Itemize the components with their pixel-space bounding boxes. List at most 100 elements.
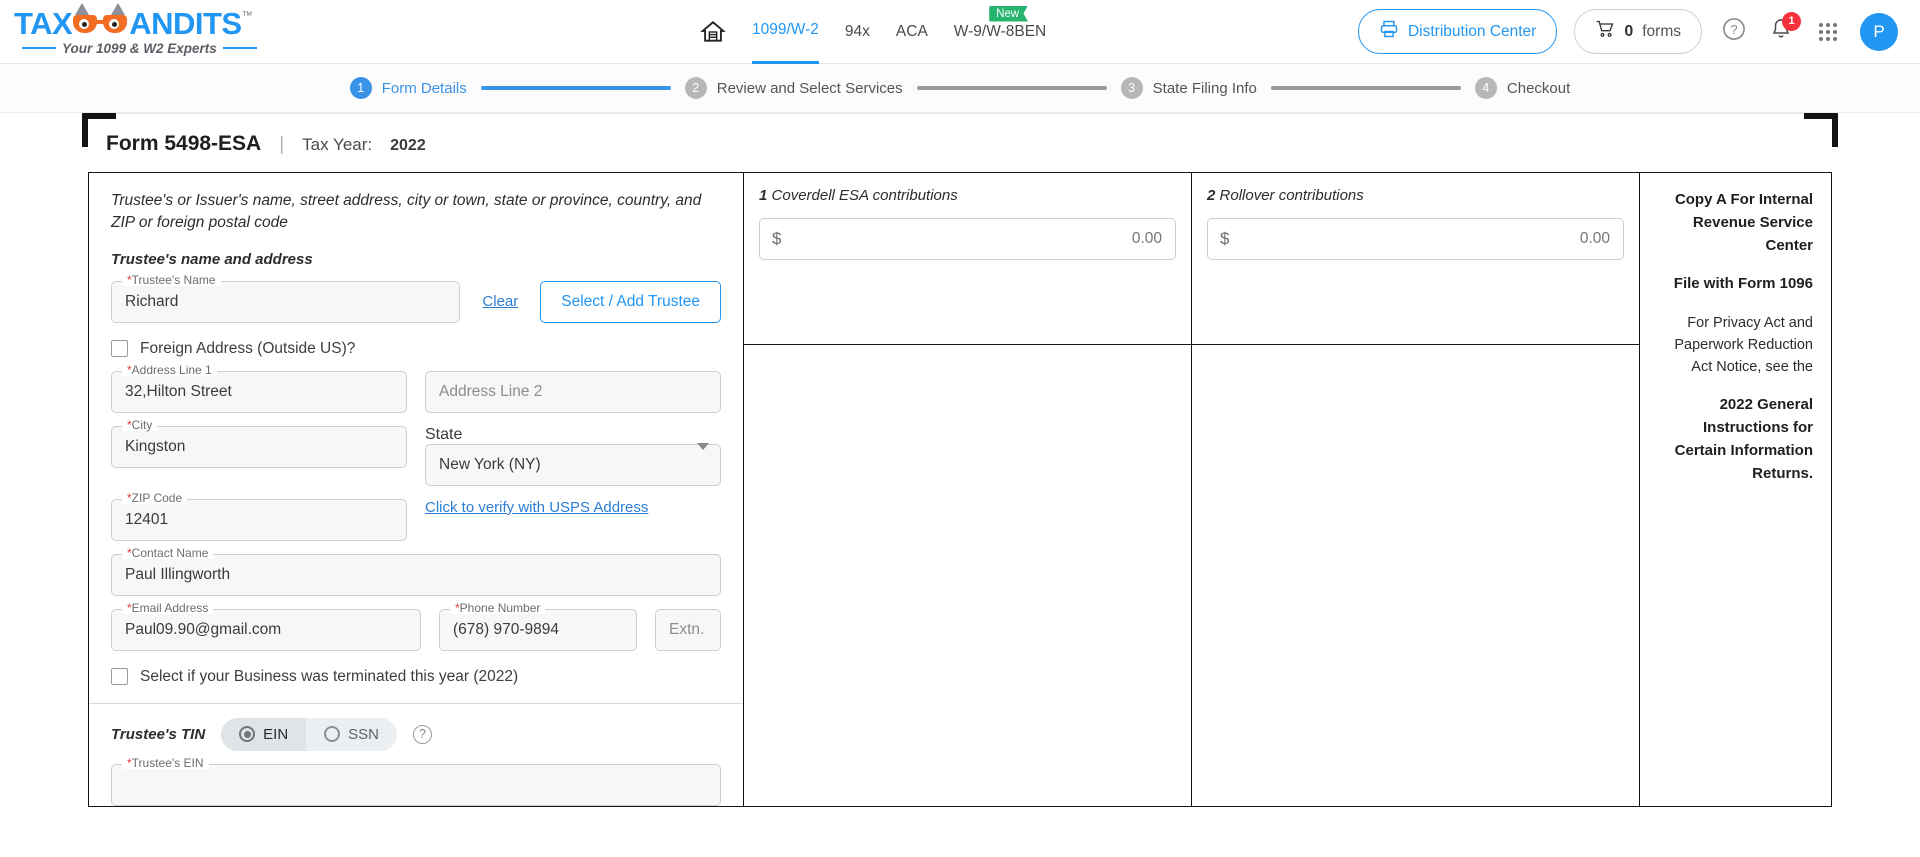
step-label: Form Details	[381, 79, 467, 97]
contact-name-row: *Contact Name	[111, 546, 721, 596]
box-1-amount-input[interactable]	[781, 229, 1175, 249]
extension-input[interactable]	[655, 608, 721, 651]
home-icon[interactable]	[700, 19, 726, 45]
contact-name-legend: *Contact Name	[122, 546, 214, 559]
phone-number-legend: *Phone Number	[450, 601, 546, 614]
shopping-cart-icon	[1595, 19, 1615, 44]
step-connector-3	[1270, 86, 1461, 90]
cart-button[interactable]: 0 forms	[1574, 9, 1702, 54]
sheet-corner-top-left	[82, 113, 116, 147]
business-terminated-checkbox[interactable]	[111, 668, 128, 686]
city-state-row: *City State	[111, 418, 721, 486]
nav-link-label[interactable]: 1099/W-2	[752, 0, 819, 64]
state-select[interactable]	[425, 443, 721, 486]
trustee-ein-legend: *Trustee's EIN	[122, 756, 209, 769]
zip-code-field: *ZIP Code	[111, 491, 407, 541]
nav-item-94x[interactable]: 94x	[845, 0, 870, 64]
help-button[interactable]: ?	[1719, 17, 1749, 47]
business-terminated-label: Select if your Business was terminated t…	[140, 667, 519, 685]
zip-row: *ZIP Code Click to verify with USPS Addr…	[111, 491, 721, 541]
nav-item-w9-w8ben[interactable]: New W-9/W-8BEN	[954, 0, 1046, 64]
box-2-empty-cell	[1192, 345, 1639, 373]
trustee-ein-field: *Trustee's EIN	[111, 756, 721, 806]
step-number: 4	[1474, 77, 1497, 99]
amount-boxes-panel: 1 Coverdell ESA contributions $ 2	[744, 173, 1639, 806]
cart-unit-label: forms	[1642, 22, 1681, 40]
trustee-tin-row: Trustee's TIN EIN SSN ?	[111, 704, 721, 751]
state-legend: State	[425, 425, 463, 443]
step-number: 2	[684, 77, 707, 99]
logo-tagline: Your 1099 & W2 Experts	[62, 40, 217, 56]
trustee-ein-input[interactable]	[111, 763, 721, 806]
form-header-separator: |	[279, 134, 285, 155]
address-line-1-legend: *Address Line 1	[122, 363, 217, 376]
city-field: *City	[111, 418, 407, 468]
form-sheet: Form 5498-ESA | Tax Year: 2022 Trustee's…	[82, 113, 1838, 807]
trustee-ein-row: *Trustee's EIN	[111, 756, 721, 806]
copy-a-panel: Copy A For Internal Revenue Service Cent…	[1639, 173, 1831, 806]
trustee-name-field: *Trustee's Name	[111, 273, 461, 323]
city-input[interactable]	[111, 425, 407, 468]
trustee-section-label: Trustee's name and address	[111, 250, 313, 268]
brand-logo[interactable]: TAX ANDITS ™ Your 1099 & W2 Experts	[14, 2, 304, 56]
nav-item-1099-w2[interactable]: 1099/W-2	[752, 0, 819, 64]
box-2-amount-input[interactable]	[1229, 229, 1623, 249]
address-line-1-field: *Address Line 1	[111, 363, 407, 413]
tin-option-ssn[interactable]: SSN	[306, 718, 397, 751]
email-address-input[interactable]	[111, 608, 421, 651]
tin-type-toggle: EIN SSN	[221, 717, 398, 751]
select-add-trustee-button[interactable]: Select / Add Trustee	[540, 280, 721, 323]
nav-item-aca[interactable]: ACA	[896, 0, 928, 64]
apps-menu-button[interactable]	[1813, 17, 1843, 47]
copy-a-line-3: For Privacy Act and Paperwork Reduction …	[1674, 315, 1813, 376]
zip-code-input[interactable]	[111, 498, 407, 541]
clear-trustee-link[interactable]: Clear	[478, 293, 522, 310]
contact-name-input[interactable]	[111, 553, 721, 596]
step-checkout[interactable]: 4 Checkout	[1474, 77, 1570, 99]
step-number: 3	[1120, 77, 1143, 99]
step-label: Review and Select Services	[716, 79, 903, 97]
extension-field	[655, 608, 721, 651]
address-line-1-input[interactable]	[111, 370, 407, 413]
address-line-2-input[interactable]	[425, 370, 721, 413]
zip-code-legend: *ZIP Code	[122, 491, 188, 504]
tin-option-ein[interactable]: EIN	[221, 717, 307, 751]
step-state-filing-info[interactable]: 3 State Filing Info	[1120, 77, 1257, 99]
tax-year-value: 2022	[390, 137, 426, 154]
usps-verify-link[interactable]: Click to verify with USPS Address	[425, 499, 648, 516]
box-2-number: 2	[1207, 187, 1216, 204]
dollar-sign-icon: $	[772, 229, 782, 248]
address-row: *Address Line 1	[111, 363, 721, 413]
step-connector-2	[916, 86, 1107, 90]
apps-grid-icon	[1819, 22, 1837, 41]
svg-text:?: ?	[1730, 22, 1737, 37]
step-number: 1	[349, 77, 372, 99]
user-avatar[interactable]: P	[1860, 12, 1898, 51]
notifications-button[interactable]: 1	[1766, 11, 1801, 47]
nav-link-label[interactable]: ACA	[896, 0, 928, 64]
trustee-name-input[interactable]	[111, 280, 461, 323]
step-review-select-services[interactable]: 2 Review and Select Services	[684, 77, 903, 99]
copy-a-line-1: Copy A For Internal Revenue Service Cent…	[1674, 191, 1813, 254]
box-2-label: Rollover contributions	[1219, 187, 1364, 204]
top-navigation-bar: TAX ANDITS ™ Your 1099 & W2 Experts 1099…	[0, 0, 1920, 64]
email-address-field: *Email Address	[111, 601, 421, 651]
nav-link-label[interactable]: 94x	[845, 0, 870, 64]
phone-number-input[interactable]	[439, 608, 637, 651]
form-title: Form 5498-ESA	[106, 132, 262, 155]
distribution-center-label: Distribution Center	[1407, 22, 1537, 40]
sheet-corner-top-right	[1804, 113, 1838, 147]
phone-number-field: *Phone Number	[439, 601, 637, 651]
distribution-center-button[interactable]: Distribution Center	[1357, 9, 1558, 54]
radio-ein-icon	[239, 726, 256, 743]
tin-help-icon[interactable]: ?	[413, 724, 433, 744]
printer-icon	[1379, 19, 1399, 44]
foreign-address-checkbox[interactable]	[111, 340, 128, 358]
tax-year-label: Tax Year:	[302, 135, 373, 154]
tin-option-ssn-label: SSN	[348, 725, 380, 743]
primary-nav: 1099/W-2 94x ACA New W-9/W-8BEN	[700, 0, 1046, 64]
nav-link-label[interactable]: W-9/W-8BEN	[954, 0, 1046, 64]
box-2-title: 2 Rollover contributions	[1207, 187, 1624, 204]
state-field: State	[425, 426, 721, 486]
step-form-details[interactable]: 1 Form Details	[349, 77, 467, 99]
